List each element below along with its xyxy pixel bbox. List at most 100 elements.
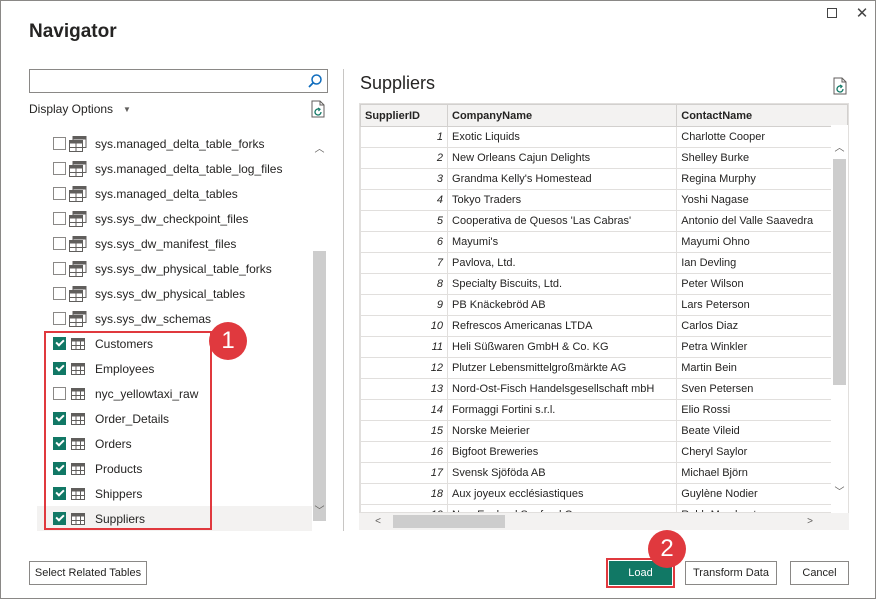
table-cell: Grandma Kelly's Homestead [447,168,678,190]
table-row: 5 Cooperativa de Quesos 'Las Cabras' Anton… [360,210,848,232]
list-item-label: sys.sys_dw_checkpoint_files [95,211,249,226]
close-button[interactable]: ✕ [854,5,870,22]
select-related-tables-button[interactable]: Select Related Tables [29,561,147,585]
table-cell: 11 [360,336,449,358]
table-cell: 13 [360,378,449,400]
table-row: 3 Grandma Kelly's Homestead Regina Murphy [360,168,848,190]
refresh-preview-icon[interactable] [832,77,848,95]
search-box [29,69,328,93]
list-item[interactable]: sys.managed_delta_tables [37,181,312,206]
search-input[interactable] [30,70,300,92]
view-icon [69,160,87,177]
table-cell: Elio Rossi [676,399,848,421]
item-checkbox[interactable] [53,287,66,300]
list-item-label: sys.managed_delta_table_forks [95,136,265,151]
list-scrollbar[interactable]: ︿ ﹀ [312,126,327,526]
table-row: 8 Specialty Biscuits, Ltd. Peter Wilson [360,273,848,295]
scroll-down-icon[interactable]: ﹀ [833,483,846,498]
maximize-button[interactable] [824,5,840,21]
table-cell: 15 [360,420,449,442]
list-item[interactable]: sys.sys_dw_physical_tables [37,281,312,306]
list-item[interactable]: sys.sys_dw_manifest_files [37,231,312,256]
table-cell: Peter Wilson [676,273,848,295]
view-icon [69,235,87,252]
table-cell: Nord-Ost-Fisch Handelsgesellschaft mbH [447,378,678,400]
table-row: 18 Aux joyeux ecclésiastiques Guylène Nodi… [360,483,848,505]
view-icon [69,260,87,277]
column-header[interactable]: SupplierID [360,104,449,127]
list-item-label: sys.sys_dw_manifest_files [95,236,237,251]
column-header[interactable]: CompanyName [447,104,678,127]
list-item[interactable]: sys.sys_dw_checkpoint_files [37,206,312,231]
table-cell: Lars Peterson [676,294,848,316]
table-cell: Pavlova, Ltd. [447,252,678,274]
list-scroll-thumb[interactable] [313,251,326,521]
transform-data-button[interactable]: Transform Data [685,561,777,585]
cancel-button[interactable]: Cancel [790,561,849,585]
list-item[interactable]: sys.managed_delta_table_forks [37,131,312,156]
item-checkbox[interactable] [53,262,66,275]
table-cell: 16 [360,441,449,463]
table-cell: Plutzer Lebensmittelgroßmärkte AG [447,357,678,379]
table-cell: 2 [360,147,449,169]
table-cell: Petra Winkler [676,336,848,358]
table-cell: Regina Murphy [676,168,848,190]
callout-badge-two: 2 [648,530,686,568]
item-checkbox[interactable] [53,187,66,200]
navigator-dialog: ✕ Navigator Display Options ▼ sys.manage… [0,0,876,599]
grid-vscroll-thumb[interactable] [833,159,846,385]
table-cell: 19 [360,504,449,512]
item-checkbox[interactable] [53,312,66,325]
table-row: 10 Refrescos Americanas LTDA Carlos Diaz [360,315,848,337]
table-row: 17 Svensk Sjöföda AB Michael Björn [360,462,848,484]
table-cell: Sven Petersen [676,378,848,400]
grid-horizontal-scrollbar[interactable]: < > [359,513,849,530]
dialog-title: Navigator [29,21,117,42]
list-item[interactable]: sys.managed_delta_table_log_files [37,156,312,181]
grid-vertical-scrollbar[interactable]: ︿ ﹀ [831,125,848,513]
table-cell: Aux joyeux ecclésiastiques [447,483,678,505]
table-row: 16 Bigfoot Breweries Cheryl Saylor [360,441,848,463]
callout-badge-one: 1 [209,322,247,360]
table-cell: Ian Devling [676,252,848,274]
item-checkbox[interactable] [53,162,66,175]
pane-divider [343,69,344,531]
table-row: 2 New Orleans Cajun Delights Shelley Burke [360,147,848,169]
search-icon[interactable] [307,73,323,89]
table-cell: PB Knäckebröd AB [447,294,678,316]
view-icon [69,135,87,152]
table-cell: 4 [360,189,449,211]
item-checkbox[interactable] [53,212,66,225]
table-row: 4 Tokyo Traders Yoshi Nagase [360,189,848,211]
table-row: 15 Norske Meierier Beate Vileid [360,420,848,442]
chevron-down-icon: ▼ [123,104,131,114]
table-cell: Specialty Biscuits, Ltd. [447,273,678,295]
preview-grid[interactable]: SupplierID CompanyName ContactName 1 Exotic… [359,103,849,513]
view-icon [69,185,87,202]
grid-hscroll-thumb[interactable] [393,515,505,528]
table-cell: Formaggi Fortini s.r.l. [447,399,678,421]
table-row: 19New England Seafood CanneryRobb Mercha… [360,504,848,512]
table-cell: Guylène Nodier [676,483,848,505]
item-checkbox[interactable] [53,237,66,250]
view-icon [69,285,87,302]
list-item[interactable]: sys.sys_dw_physical_table_forks [37,256,312,281]
scroll-right-icon[interactable]: > [803,514,817,528]
preview-title: Suppliers [360,73,436,93]
table-cell: Bigfoot Breweries [447,441,678,463]
view-icon [69,210,87,227]
list-item[interactable]: sys.sys_dw_schemas [37,306,312,331]
item-checkbox[interactable] [53,137,66,150]
column-header[interactable]: ContactName [676,104,848,127]
refresh-icon[interactable] [310,100,326,118]
table-cell: New England Seafood Cannery [447,504,678,512]
scroll-up-icon[interactable]: ︿ [313,140,326,155]
scroll-left-icon[interactable]: < [371,514,385,528]
table-cell: Beate Vileid [676,420,848,442]
scroll-up-icon[interactable]: ︿ [833,139,846,154]
table-cell: Refrescos Americanas LTDA [447,315,678,337]
table-row: 14 Formaggi Fortini s.r.l. Elio Rossi [360,399,848,421]
table-cell: 17 [360,462,449,484]
scroll-down-icon[interactable]: ﹀ [313,502,326,517]
display-options-dropdown[interactable]: Display Options ▼ [29,102,131,116]
